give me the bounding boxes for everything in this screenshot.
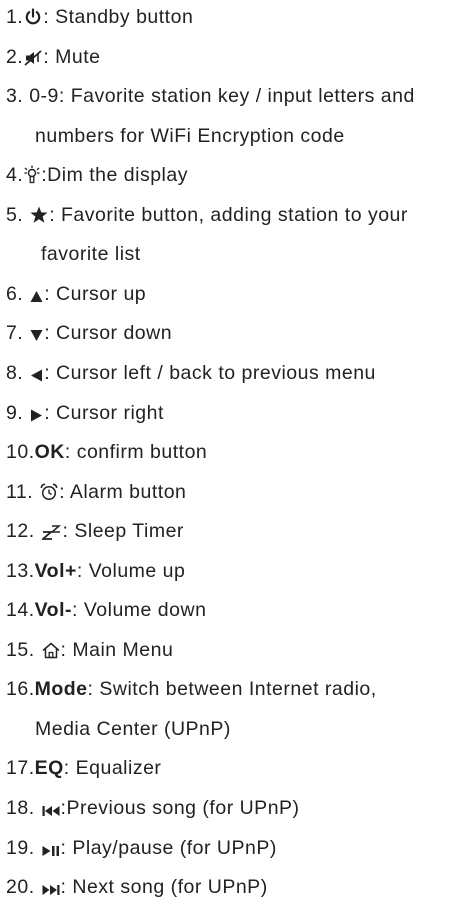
item-text: :Dim the display	[41, 164, 188, 187]
item-text: : Volume down	[72, 599, 207, 622]
list-item: 6. : Cursor up	[6, 282, 146, 306]
triangle-down-icon	[30, 329, 43, 342]
list-item-continuation: Media Center (UPnP)	[6, 717, 231, 741]
list-item: 10.OK: confirm button	[6, 440, 207, 464]
list-item: 18. :Previous song (for UPnP)	[6, 796, 300, 820]
item-number: 15.	[6, 638, 41, 661]
item-number: 11.	[6, 480, 40, 503]
list-item: 14.Vol-: Volume down	[6, 598, 206, 622]
item-text: : Cursor down	[44, 322, 173, 345]
list-item: 5. : Favorite button, adding station to …	[6, 203, 408, 227]
list-item-continuation: favorite list	[6, 242, 141, 266]
item-text: : Volume up	[76, 559, 186, 582]
item-text: : Sleep Timer	[62, 520, 184, 543]
item-number: 8.	[6, 361, 30, 384]
list-item: 9. : Cursor right	[6, 401, 164, 425]
sleep-icon	[41, 524, 62, 540]
item-number: 6.	[6, 282, 30, 305]
triangle-up-icon	[30, 290, 43, 303]
item-text: 0-9: Favorite station key / input letter…	[29, 85, 415, 108]
item-number: 10.	[6, 441, 35, 463]
list-item: 11. : Alarm button	[6, 480, 186, 504]
item-text: : Equalizer	[63, 757, 162, 780]
item-text: : Alarm button	[59, 480, 187, 503]
list-item: 15. : Main Menu	[6, 638, 173, 662]
list-item: 2. : Mute	[6, 45, 100, 69]
list-item: 20. : Next song (for UPnP)	[6, 875, 268, 899]
key-label: Vol-	[34, 599, 72, 622]
key-label: EQ	[34, 757, 64, 780]
key-label: OK	[34, 441, 65, 463]
dim-icon	[24, 165, 40, 184]
item-text: Media Center (UPnP)	[35, 717, 231, 740]
list-item: 12. : Sleep Timer	[6, 519, 184, 543]
previous-track-icon	[42, 805, 60, 817]
item-number: 9.	[6, 401, 30, 424]
play-pause-icon	[42, 845, 60, 857]
item-text: : Switch between Internet radio,	[87, 678, 377, 701]
item-text: favorite list	[41, 243, 141, 266]
mute-icon	[24, 49, 42, 66]
list-item: 8. : Cursor left / back to previous menu	[6, 361, 376, 385]
item-number: 2.	[6, 45, 24, 68]
next-track-icon	[42, 884, 60, 896]
alarm-clock-icon	[40, 483, 58, 501]
key-label: Mode	[34, 678, 88, 701]
item-number: 3.	[6, 85, 30, 108]
item-number: 1.	[6, 6, 24, 28]
item-number: 13.	[6, 559, 35, 582]
list-item: 19. : Play/pause (for UPnP)	[6, 836, 277, 860]
item-number: 7.	[6, 322, 30, 345]
list-item: 13.Vol+: Volume up	[6, 559, 185, 583]
item-text: : Standby button	[43, 6, 194, 28]
list-item: 16.Mode: Switch between Internet radio,	[6, 677, 377, 701]
item-text: : Favorite button, adding station to you…	[49, 203, 408, 226]
item-number: 20.	[6, 876, 41, 898]
list-item: 7. : Cursor down	[6, 321, 172, 345]
key-label: Vol+	[34, 559, 77, 582]
list-item: 3. 0-9: Favorite station key / input let…	[6, 84, 415, 108]
item-text: : Cursor left / back to previous menu	[44, 361, 376, 384]
item-number: 14.	[6, 599, 35, 622]
item-number: 4.	[6, 164, 24, 187]
item-number: 19.	[6, 836, 41, 859]
item-text: : Main Menu	[60, 638, 174, 661]
item-text: :Previous song (for UPnP)	[60, 796, 300, 819]
item-text: : Mute	[43, 45, 101, 68]
item-number: 5.	[6, 203, 30, 226]
item-text: : Cursor up	[44, 282, 147, 305]
power-icon	[24, 8, 42, 26]
item-text: numbers for WiFi Encryption code	[35, 124, 345, 147]
item-text: : Cursor right	[44, 401, 164, 424]
item-number: 12.	[6, 520, 41, 543]
item-text: : Next song (for UPnP)	[60, 876, 268, 898]
item-text: : Play/pause (for UPnP)	[60, 836, 277, 859]
star-icon	[30, 206, 48, 224]
item-number: 18.	[6, 796, 41, 819]
list-item: 4. :Dim the display	[6, 163, 188, 187]
list-item-continuation: numbers for WiFi Encryption code	[6, 124, 345, 148]
item-number: 16.	[6, 678, 35, 701]
triangle-left-icon	[30, 369, 43, 382]
list-item: 17.EQ: Equalizer	[6, 756, 161, 780]
home-icon	[42, 642, 60, 659]
list-item: 1. : Standby button	[6, 5, 193, 29]
item-text: : confirm button	[64, 441, 208, 463]
triangle-right-icon	[30, 409, 43, 422]
item-number: 17.	[6, 757, 35, 780]
